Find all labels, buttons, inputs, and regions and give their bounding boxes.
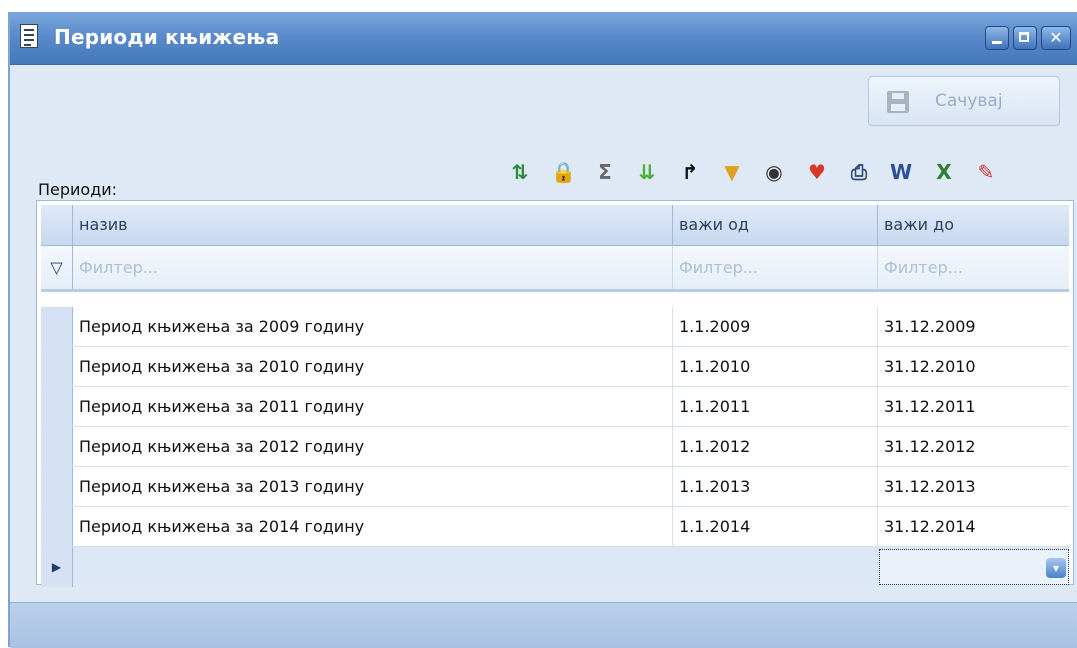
cell-name[interactable]: Период књижења за 2011 годину (73, 387, 673, 426)
column-header-valid-from[interactable]: важи од (673, 205, 878, 245)
save-button-label: Сачувај (935, 91, 1003, 111)
row-selector[interactable] (41, 467, 73, 506)
periods-label: Периоди: (38, 180, 118, 199)
cell-name[interactable]: Период књижења за 2013 годину (73, 467, 673, 506)
export-pdf-icon[interactable]: ✎ (974, 160, 998, 184)
window-title: Периоди књижења (54, 25, 280, 49)
print-icon[interactable]: ⎙ (847, 160, 871, 184)
column-header-name[interactable]: назив (73, 205, 673, 245)
export-excel-icon[interactable]: X (932, 160, 956, 184)
cell-valid-from[interactable]: 1.1.2012 (673, 427, 878, 466)
table-row[interactable]: Период књижења за 2012 годину 1.1.2012 31.… (41, 427, 1069, 467)
filter-row: ▽ Филтер... Филтер... Филтер... (41, 246, 1069, 292)
refresh-icon[interactable]: ⇅ (508, 160, 532, 184)
cell-valid-to[interactable]: 31.12.2011 (878, 387, 1069, 426)
table-row[interactable]: Период књижења за 2013 годину 1.1.2013 31.… (41, 467, 1069, 507)
lock-icon[interactable]: 🔒 (551, 160, 576, 184)
save-button[interactable]: Сачувај (868, 76, 1060, 126)
row-selector[interactable] (41, 507, 73, 546)
table-row[interactable]: Период књижења за 2011 годину 1.1.2011 31.… (41, 387, 1069, 427)
grid-header: назив важи од важи до (41, 205, 1069, 246)
periods-grid: назив важи од важи до ▽ Филтер... Филтер… (36, 200, 1074, 587)
filter-row-icon[interactable]: ▽ (41, 246, 73, 289)
cell-name[interactable]: Период књижења за 2010 годину (73, 347, 673, 386)
cell-valid-to[interactable]: 31.12.2014 (878, 507, 1069, 546)
valid-to-editor[interactable]: ▾ (879, 549, 1069, 585)
cell-valid-from[interactable]: 1.1.2014 (673, 507, 878, 546)
periods-window: Периоди књижења ✕ Сачувај Периоди: ⇅ 🔒 Σ ⇊ ↱… (8, 12, 1077, 648)
document-icon (20, 24, 38, 48)
close-button[interactable]: ✕ (1041, 26, 1071, 50)
table-row[interactable]: Период књижења за 2014 годину 1.1.2014 31.… (41, 507, 1069, 547)
cell-name[interactable]: Период књижења за 2009 годину (73, 307, 673, 346)
go-to-icon[interactable]: ↱ (678, 160, 702, 184)
cell-valid-to[interactable]: 31.12.2010 (878, 347, 1069, 386)
table-row[interactable]: Период књижења за 2010 годину 1.1.2010 31.… (41, 347, 1069, 387)
cell-valid-from[interactable]: 1.1.2013 (673, 467, 878, 506)
row-selector[interactable] (41, 427, 73, 466)
cell-name[interactable]: Период књижења за 2012 годину (73, 427, 673, 466)
row-selector[interactable] (41, 307, 73, 346)
filter-icon[interactable]: ▼ (720, 160, 744, 184)
chevron-down-icon[interactable]: ▾ (1046, 558, 1066, 578)
expand-down-icon[interactable]: ⇊ (635, 160, 659, 184)
title-bar[interactable]: Периоди књижења ✕ (10, 12, 1077, 65)
minimize-button[interactable] (985, 26, 1009, 50)
export-word-icon[interactable]: W (889, 160, 913, 184)
save-disk-icon (887, 91, 909, 113)
row-selector[interactable] (41, 387, 73, 426)
cell-valid-to[interactable]: 31.12.2009 (878, 307, 1069, 346)
cell-name[interactable]: Период књижења за 2014 годину (73, 507, 673, 546)
cell-valid-from[interactable]: 1.1.2010 (673, 347, 878, 386)
cell-valid-from[interactable]: 1.1.2011 (673, 387, 878, 426)
cell-valid-to[interactable]: 31.12.2013 (878, 467, 1069, 506)
layout-icon[interactable]: ♥ (805, 160, 829, 184)
row-selector-header (41, 205, 73, 245)
filter-input-valid-from[interactable]: Филтер... (673, 246, 878, 289)
maximize-button[interactable] (1013, 26, 1037, 50)
table-row[interactable]: Период књижења за 2009 годину 1.1.2009 31.… (41, 307, 1069, 347)
cell-valid-from[interactable]: 1.1.2009 (673, 307, 878, 346)
filter-input-valid-to[interactable]: Филтер... (878, 246, 1069, 289)
column-header-valid-to[interactable]: важи до (878, 205, 1069, 245)
row-selector[interactable] (41, 347, 73, 386)
current-row-indicator-icon: ▶ (41, 547, 73, 587)
view-icon[interactable]: ◉ (762, 160, 786, 184)
sum-icon[interactable]: Σ (593, 160, 617, 184)
filter-input-name[interactable]: Филтер... (73, 246, 673, 289)
new-row[interactable]: ▶ ▾ (41, 547, 1069, 587)
status-bar (10, 602, 1077, 648)
cell-valid-to[interactable]: 31.12.2012 (878, 427, 1069, 466)
